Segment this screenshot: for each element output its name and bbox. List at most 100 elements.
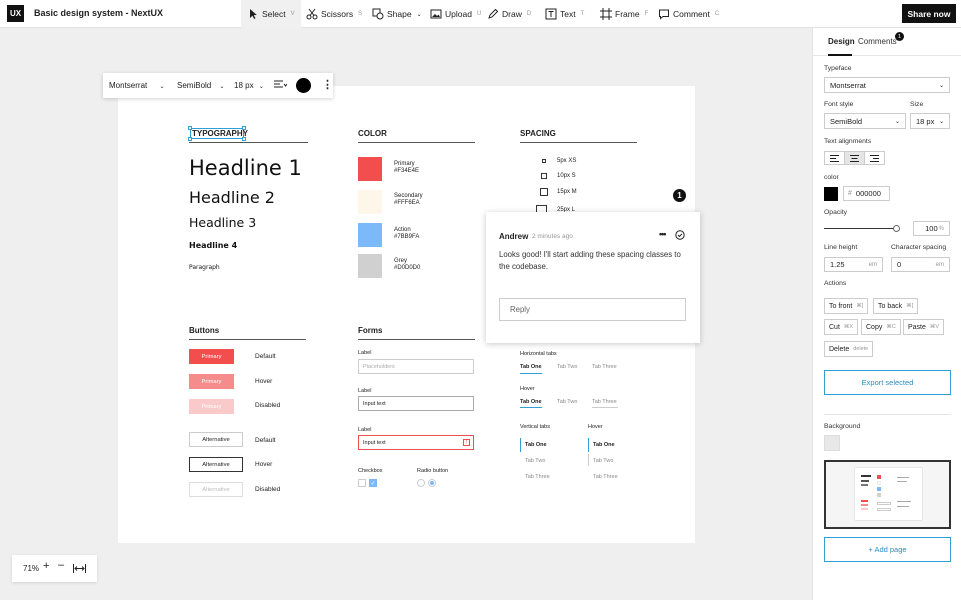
- tab-design[interactable]: Design: [828, 37, 855, 46]
- tool-scissors[interactable]: Scissors S: [300, 0, 368, 28]
- tool-upload[interactable]: Upload U: [424, 0, 487, 28]
- cursor-icon: [250, 9, 257, 19]
- size-select[interactable]: 18 px ⌄: [910, 113, 950, 129]
- font-family-select[interactable]: Montserrat ⌄: [109, 81, 165, 90]
- headline-1[interactable]: Headline 1: [189, 156, 302, 180]
- font-size-select[interactable]: 18 px ⌄: [234, 81, 264, 90]
- tool-draw[interactable]: Draw D: [481, 0, 537, 28]
- tool-shape[interactable]: Shape ⌄: [366, 0, 428, 28]
- align-center-icon[interactable]: [844, 151, 865, 165]
- zoom-level[interactable]: 71%: [23, 564, 39, 573]
- resolve-check-icon[interactable]: [675, 230, 685, 240]
- comment-badge[interactable]: 1: [671, 187, 688, 204]
- filled-input[interactable]: Input text: [358, 396, 474, 411]
- add-page-button[interactable]: + Add page: [824, 537, 951, 562]
- typeface-label: Typeface: [824, 65, 852, 72]
- opacity-slider-track[interactable]: [824, 228, 896, 229]
- text-icon: [545, 8, 557, 20]
- primary-button-default[interactable]: Primary: [189, 349, 234, 364]
- headline-3[interactable]: Headline 3: [189, 215, 256, 230]
- radio-label: Radio button: [417, 468, 449, 474]
- alternative-button-default[interactable]: Alternative: [189, 432, 243, 447]
- tab-comments[interactable]: Comments: [858, 37, 897, 46]
- primary-button-disabled[interactable]: Primary: [189, 399, 234, 414]
- comment-icon: [659, 9, 669, 20]
- hover-tab-three[interactable]: Tab Three: [592, 399, 617, 405]
- font-style-select[interactable]: SemiBold ⌄: [824, 113, 906, 129]
- htab-three[interactable]: Tab Three: [592, 364, 617, 370]
- typeface-select[interactable]: Montserrat ⌄: [824, 77, 950, 93]
- tool-select[interactable]: Select V: [241, 0, 301, 28]
- vhover-tab-three[interactable]: Tab Three: [593, 474, 618, 480]
- color-title[interactable]: COLOR: [358, 129, 387, 138]
- delete-button[interactable]: Delete delete: [824, 341, 874, 357]
- cut-button[interactable]: Cut ⌘X: [824, 319, 859, 335]
- checkbox-checked[interactable]: ✓: [369, 479, 377, 487]
- tool-shortcut: V: [290, 11, 295, 17]
- align-left-icon[interactable]: [824, 151, 845, 165]
- headline-4[interactable]: Headline 4: [189, 241, 237, 250]
- tool-shortcut: C: [714, 11, 720, 17]
- color-swatch-action[interactable]: [358, 223, 382, 247]
- color-swatch-grey[interactable]: [358, 254, 382, 278]
- form-label: Label: [358, 388, 372, 394]
- color-swatch[interactable]: [824, 187, 838, 201]
- fit-width-icon[interactable]: [73, 564, 86, 573]
- vhover-tab-one[interactable]: Tab One: [593, 442, 615, 448]
- align-right-icon[interactable]: [864, 151, 885, 165]
- more-horizontal-icon[interactable]: •••: [659, 229, 667, 239]
- color-hex-input[interactable]: #000000: [843, 186, 890, 201]
- to-back-button[interactable]: To back ⌘[: [873, 298, 919, 314]
- error-input[interactable]: Input text: [358, 435, 474, 450]
- opacity-input[interactable]: 100%: [913, 221, 950, 236]
- more-options-icon[interactable]: ⋮: [322, 78, 333, 91]
- alternative-button-hover[interactable]: Alternative: [189, 457, 243, 472]
- page-thumbnail[interactable]: [824, 460, 951, 529]
- zoom-in-icon[interactable]: +: [43, 560, 49, 572]
- color-label-secondary: Secondary #FFF6EA: [394, 193, 423, 206]
- line-height-input[interactable]: 1.25 em: [824, 257, 883, 272]
- zoom-out-icon[interactable]: –: [58, 559, 64, 571]
- tool-comment[interactable]: Comment C: [652, 0, 725, 28]
- background-swatch[interactable]: [824, 435, 840, 451]
- state-label-hover: Hover: [255, 378, 273, 385]
- primary-button-hover[interactable]: Primary: [189, 374, 234, 389]
- opacity-slider-thumb[interactable]: [892, 225, 900, 232]
- paragraph-sample[interactable]: Paragraph: [189, 264, 220, 271]
- to-front-button[interactable]: To front ⌘]: [824, 298, 869, 314]
- buttons-title[interactable]: Buttons: [189, 326, 219, 335]
- color-swatch-primary[interactable]: [358, 157, 382, 181]
- vtab-one[interactable]: Tab One: [525, 442, 547, 448]
- copy-button[interactable]: Copy ⌘C: [861, 319, 901, 335]
- hover-tab-two[interactable]: Tab Two: [557, 399, 577, 405]
- headline-2[interactable]: Headline 2: [189, 188, 275, 207]
- export-selected-button[interactable]: Export selected: [824, 370, 951, 395]
- font-weight-select[interactable]: SemiBold ⌄: [177, 81, 225, 90]
- hover-tabs-title: Hover: [520, 386, 535, 392]
- forms-title[interactable]: Forms: [358, 326, 382, 335]
- shape-icon: [372, 8, 384, 20]
- typography-title[interactable]: TYPOGRAPHY: [192, 129, 248, 138]
- reply-input[interactable]: Reply: [499, 298, 686, 321]
- radio-unselected[interactable]: [417, 479, 425, 487]
- vtab-two[interactable]: Tab Two: [525, 458, 545, 464]
- paste-button[interactable]: Paste ⌘V: [903, 319, 945, 335]
- radio-selected[interactable]: [428, 479, 436, 487]
- spacing-title[interactable]: SPACING: [520, 129, 556, 138]
- color-swatch-secondary[interactable]: [358, 190, 382, 214]
- htab-two[interactable]: Tab Two: [557, 364, 577, 370]
- tool-text[interactable]: Text T: [539, 0, 590, 28]
- tool-frame[interactable]: Frame F: [594, 0, 654, 28]
- background-label: Background: [824, 423, 861, 430]
- character-spacing-input[interactable]: 0 em: [891, 257, 950, 272]
- vtab-three[interactable]: Tab Three: [525, 474, 550, 480]
- placeholder-input[interactable]: Placeholders: [358, 359, 474, 374]
- hover-tab-one[interactable]: Tab One: [520, 399, 542, 405]
- alternative-button-disabled[interactable]: Alternative: [189, 482, 243, 497]
- vhover-tab-two[interactable]: Tab Two: [593, 458, 613, 464]
- share-now-button[interactable]: Share now: [902, 4, 956, 23]
- text-color-swatch[interactable]: [296, 78, 311, 93]
- align-left-icon[interactable]: [274, 80, 288, 92]
- htab-one[interactable]: Tab One: [520, 364, 542, 370]
- checkbox-unchecked[interactable]: [358, 479, 366, 487]
